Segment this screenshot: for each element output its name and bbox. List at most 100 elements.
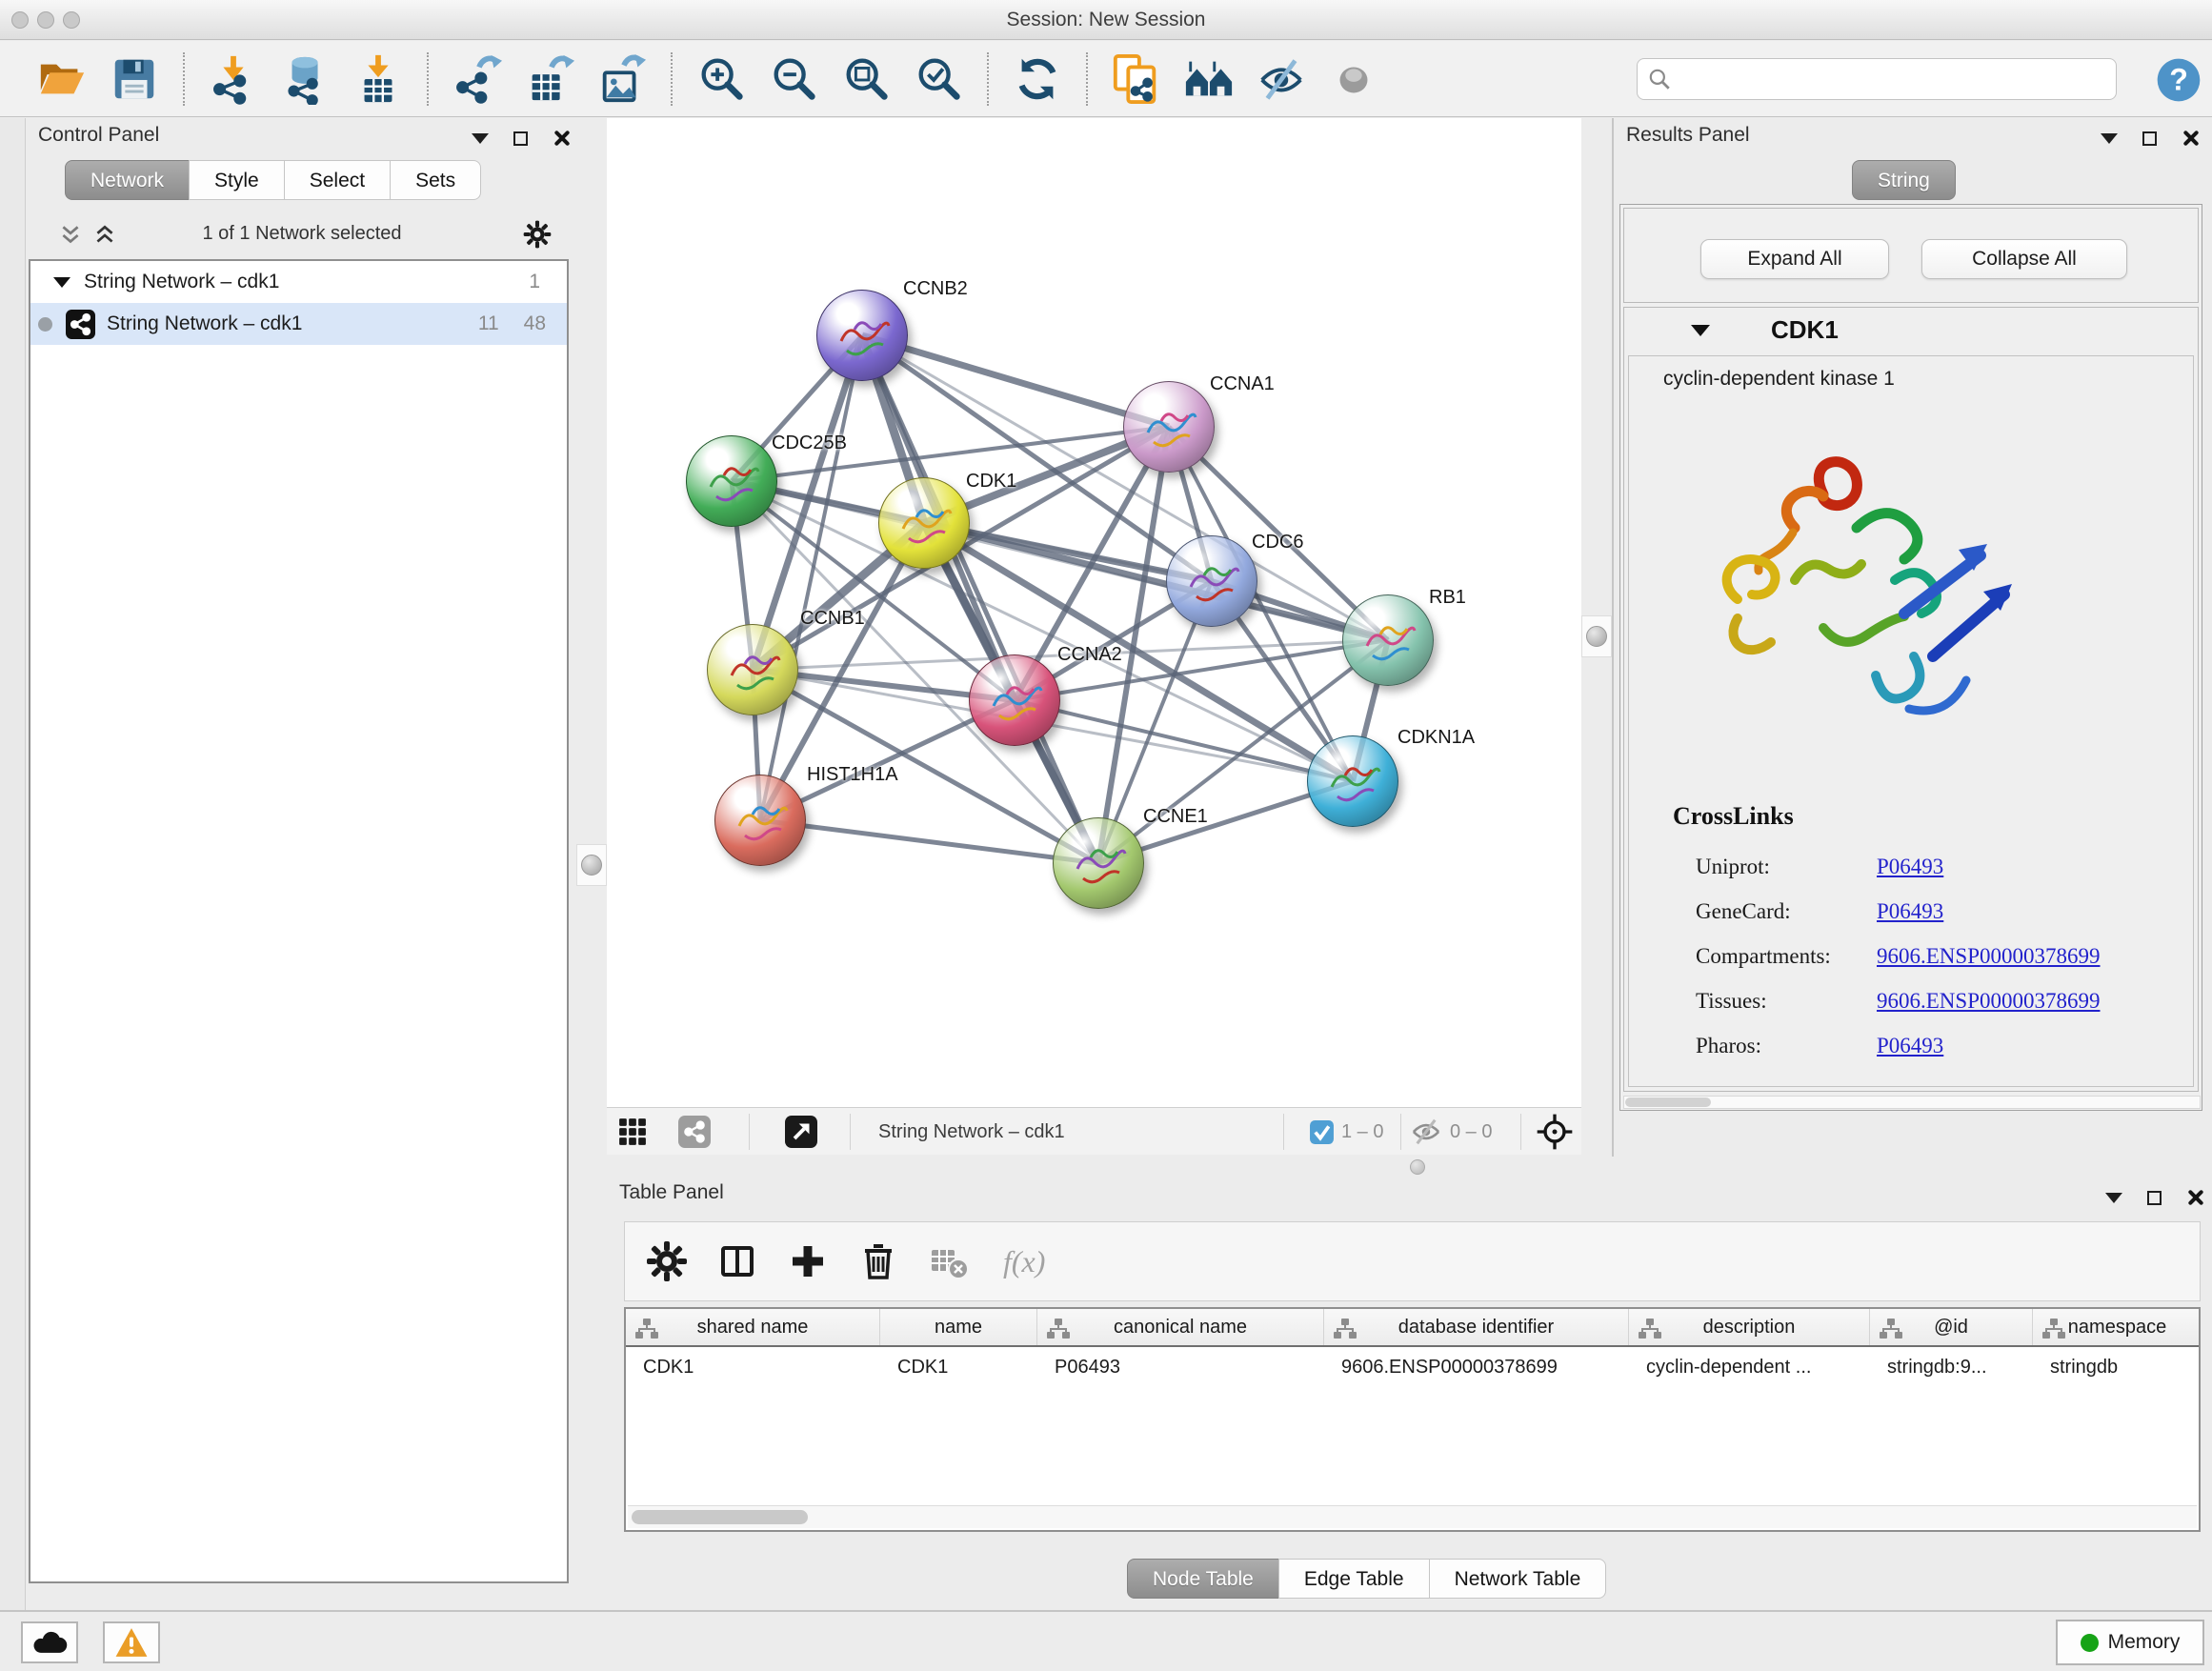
node-label-CDC6: CDC6 — [1252, 532, 1303, 554]
tab-node-table[interactable]: Node Table — [1127, 1559, 1279, 1599]
crosslink-value[interactable]: P06493 — [1877, 855, 1943, 879]
tab-network-table[interactable]: Network Table — [1429, 1559, 1607, 1599]
show-all-button[interactable] — [1328, 53, 1379, 105]
birdseye-view-icon[interactable] — [785, 1116, 817, 1148]
search-input[interactable] — [1678, 68, 2106, 91]
column-header-canonical-name[interactable]: canonical name — [1037, 1309, 1324, 1345]
expand-all-icon[interactable] — [92, 223, 117, 248]
panel-menu-icon[interactable] — [472, 133, 489, 144]
collapse-all-button[interactable]: Collapse All — [1921, 239, 2127, 279]
tab-sets[interactable]: Sets — [390, 160, 481, 200]
scrollbar-thumb[interactable] — [1625, 1097, 1711, 1107]
crosslink-value[interactable]: 9606.ENSP00000378699 — [1877, 944, 2101, 969]
column-header-shared-name[interactable]: shared name — [626, 1309, 880, 1345]
toolbar-group — [1012, 53, 1063, 105]
panel-close-icon[interactable] — [2186, 1189, 2203, 1206]
panel-float-icon[interactable] — [2142, 131, 2157, 146]
add-column-icon[interactable] — [787, 1240, 829, 1282]
table-scrollbar[interactable] — [628, 1505, 2197, 1528]
checkbox-icon — [1309, 1119, 1335, 1145]
export-image-button[interactable] — [596, 53, 648, 105]
panel-close-icon[interactable] — [2182, 130, 2199, 147]
gene-section-header[interactable]: CDK1 — [1624, 308, 2198, 353]
splitter-grip[interactable] — [1410, 1159, 1425, 1175]
results-buttons-box: Expand All Collapse All — [1623, 208, 2199, 303]
network-collection-row[interactable]: String Network – cdk1 1 — [30, 261, 567, 303]
expand-all-button[interactable]: Expand All — [1700, 239, 1889, 279]
scrollbar-thumb[interactable] — [632, 1510, 808, 1524]
node-CDKN1A[interactable] — [1307, 735, 1398, 827]
crosslink-value[interactable]: P06493 — [1877, 1034, 1943, 1058]
splitter-right[interactable] — [1581, 118, 1612, 1157]
panel-menu-icon[interactable] — [2105, 1193, 2122, 1203]
warnings-button[interactable] — [103, 1621, 160, 1663]
network-options-gear-icon[interactable] — [523, 220, 552, 249]
import-database-button[interactable] — [280, 53, 332, 105]
selected-checkbox-icon[interactable] — [1309, 1119, 1335, 1145]
clone-network-button[interactable] — [1111, 53, 1162, 105]
crosslink-value[interactable]: P06493 — [1877, 899, 1943, 924]
splitter-left[interactable] — [576, 118, 607, 1610]
column-header-name[interactable]: name — [880, 1309, 1037, 1345]
column-header-description[interactable]: description — [1629, 1309, 1870, 1345]
first-neighbors-button[interactable] — [1183, 53, 1235, 105]
memory-button[interactable]: Memory — [2056, 1620, 2204, 1665]
help-button[interactable]: ? — [2155, 56, 2202, 104]
table-row[interactable]: CDK1CDK1P064939606.ENSP00000378699cyclin… — [626, 1347, 2199, 1387]
splitter-grip[interactable] — [1581, 615, 1612, 657]
column-header-namespace[interactable]: namespace — [2033, 1309, 2201, 1345]
collapse-all-icon[interactable] — [58, 223, 83, 248]
crosslink-value[interactable]: 9606.ENSP00000378699 — [1877, 989, 2101, 1014]
node-CDK1[interactable] — [878, 477, 970, 569]
network-node-count: 11 — [478, 312, 499, 335]
show-columns-icon[interactable] — [716, 1240, 758, 1282]
panel-float-icon[interactable] — [513, 131, 528, 146]
zoom-selected-button[interactable] — [913, 53, 964, 105]
panel-float-icon[interactable] — [2147, 1191, 2162, 1205]
open-session-button[interactable] — [36, 53, 88, 105]
node-CCNA1[interactable] — [1123, 381, 1215, 473]
panel-menu-icon[interactable] — [2101, 133, 2118, 144]
panel-close-icon[interactable] — [553, 130, 570, 147]
zoom-in-button[interactable] — [695, 53, 747, 105]
export-table-button[interactable] — [524, 53, 575, 105]
node-CCNA2[interactable] — [969, 654, 1060, 746]
column-header--id[interactable]: @id — [1870, 1309, 2033, 1345]
node-CCNB1[interactable] — [707, 624, 798, 715]
splitter-grip[interactable] — [576, 844, 607, 886]
hidden-eye-icon[interactable] — [1410, 1116, 1442, 1148]
node-RB1[interactable] — [1342, 594, 1434, 686]
column-header-database-identifier[interactable]: database identifier — [1324, 1309, 1629, 1345]
tab-style[interactable]: Style — [189, 160, 285, 200]
network-row[interactable]: String Network – cdk1 11 48 — [30, 303, 567, 345]
node-CDC25B[interactable] — [686, 435, 777, 527]
results-panel-controls — [2101, 130, 2199, 147]
tab-network[interactable]: Network — [65, 160, 190, 200]
import-network-button[interactable] — [208, 53, 259, 105]
export-network-button[interactable] — [452, 53, 503, 105]
tab-select[interactable]: Select — [284, 160, 391, 200]
splitter-horizontal[interactable] — [607, 1157, 2212, 1178]
network-badge-icon[interactable] — [678, 1116, 711, 1148]
node-CCNE1[interactable] — [1053, 817, 1144, 909]
results-scrollbar[interactable] — [1623, 1096, 2201, 1109]
save-session-button[interactable] — [109, 53, 160, 105]
node-HIST1H1A[interactable] — [714, 775, 806, 866]
fit-selected-crosshair-icon[interactable] — [1536, 1113, 1574, 1151]
delete-column-icon[interactable] — [857, 1240, 899, 1282]
tree-expand-icon[interactable] — [53, 277, 70, 288]
import-table-button[interactable] — [352, 53, 404, 105]
zoom-fit-button[interactable] — [840, 53, 892, 105]
column-type-icon — [2042, 1317, 2065, 1339]
tab-string[interactable]: String — [1852, 160, 1956, 200]
hide-selected-button[interactable] — [1256, 53, 1307, 105]
tab-edge-table[interactable]: Edge Table — [1278, 1559, 1430, 1599]
zoom-out-button[interactable] — [768, 53, 819, 105]
table-settings-gear-icon[interactable] — [646, 1240, 688, 1282]
network-view[interactable]: CCNB2CCNA1CDC25BCDK1CDC6RB1CCNB1CCNA2CDK… — [607, 118, 1581, 1107]
node-CCNB2[interactable] — [816, 290, 908, 381]
grid-view-icon[interactable] — [616, 1116, 649, 1148]
node-CDC6[interactable] — [1166, 535, 1257, 627]
cloud-status-button[interactable] — [21, 1621, 78, 1663]
refresh-network-button[interactable] — [1012, 53, 1063, 105]
